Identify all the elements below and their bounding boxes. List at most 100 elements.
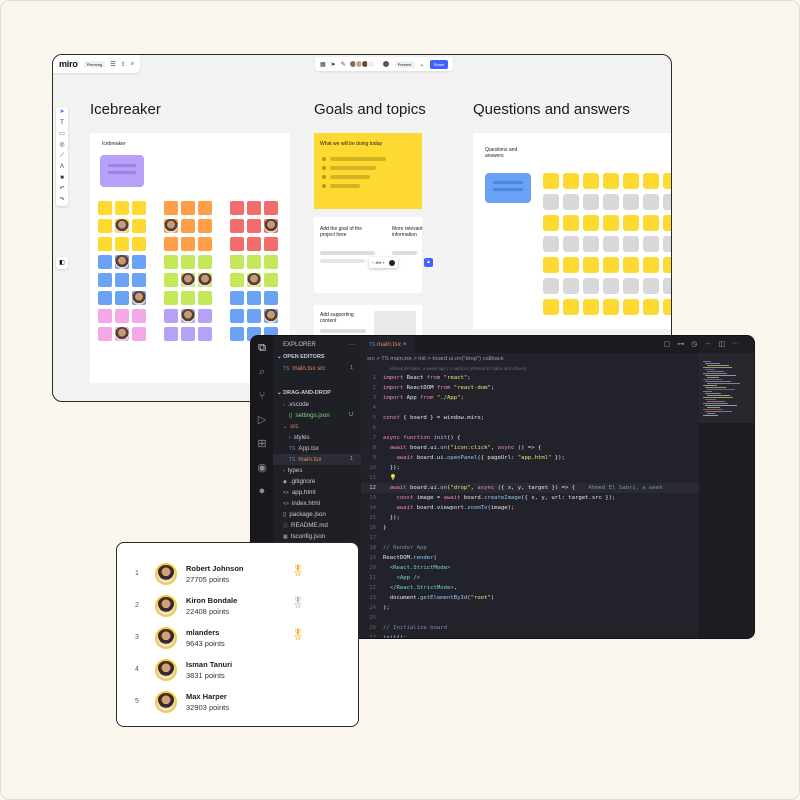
sticky-note[interactable]: [132, 219, 146, 233]
sticky-note[interactable]: [583, 257, 599, 273]
sticky-note[interactable]: [132, 309, 146, 323]
sticky-note[interactable]: [164, 327, 178, 341]
sticky-note[interactable]: [603, 278, 619, 294]
questions-frame[interactable]: Questions and answers: [473, 133, 671, 329]
sticky-note[interactable]: [98, 309, 112, 323]
sticky-note[interactable]: [230, 309, 244, 323]
sticky-note[interactable]: [198, 255, 212, 269]
sticky-note[interactable]: [247, 291, 261, 305]
sticky-note[interactable]: [583, 173, 599, 189]
sticky-note-tool-icon[interactable]: ▭: [59, 131, 65, 138]
sticky-note[interactable]: [583, 215, 599, 231]
sticky-note[interactable]: [543, 236, 559, 252]
sticky-note[interactable]: [198, 309, 212, 323]
cursor-icon[interactable]: ➤: [331, 61, 336, 68]
compare-icon[interactable]: ⊶: [677, 340, 684, 348]
sticky-note[interactable]: [543, 257, 559, 273]
sticky-note[interactable]: [583, 299, 599, 315]
sticky-note[interactable]: [247, 255, 261, 269]
sticky-note[interactable]: [247, 201, 261, 215]
select-tool-icon[interactable]: ➤: [59, 109, 64, 116]
sticky-note[interactable]: [264, 237, 278, 251]
more-icon[interactable]: ···: [732, 340, 739, 348]
sticky-note[interactable]: [623, 236, 639, 252]
sticky-note[interactable]: [132, 327, 146, 341]
sticky-note[interactable]: [643, 257, 659, 273]
sticky-note[interactable]: [115, 237, 129, 251]
sticky-note[interactable]: [230, 237, 244, 251]
sticky-note[interactable]: [583, 236, 599, 252]
remote-icon[interactable]: ◉: [257, 461, 267, 474]
connector-tool-icon[interactable]: Λ: [60, 164, 64, 171]
file-tree-item[interactable]: <> index.html: [273, 498, 361, 509]
sticky-note[interactable]: [264, 255, 278, 269]
more-icon[interactable]: ···: [349, 342, 355, 348]
sticky-note[interactable]: [98, 291, 112, 305]
sticky-note[interactable]: [164, 255, 178, 269]
sticky-note[interactable]: [583, 278, 599, 294]
leaderboard-row[interactable]: 2 Kiron Bondale 22408 points 🎖: [117, 593, 358, 625]
sticky-note[interactable]: [663, 278, 671, 294]
present-button[interactable]: Present: [394, 60, 415, 68]
sticky-note[interactable]: [643, 215, 659, 231]
sticky-note[interactable]: [247, 309, 261, 323]
sticky-note[interactable]: [663, 173, 671, 189]
file-tree-item[interactable]: › styles: [273, 432, 361, 443]
history-icon[interactable]: ◷: [691, 340, 697, 348]
file-tree-item[interactable]: {} package.json: [273, 509, 361, 520]
sticky-note[interactable]: [623, 194, 639, 210]
sticky-note[interactable]: [563, 194, 579, 210]
sticky-note[interactable]: [643, 236, 659, 252]
export-icon[interactable]: ⇪: [121, 61, 126, 68]
sticky-note[interactable]: [663, 299, 671, 315]
share-button[interactable]: Share: [429, 59, 449, 69]
sticky-note[interactable]: [543, 194, 559, 210]
sticky-note[interactable]: [198, 201, 212, 215]
zoom-popover[interactable]: − 4% +: [369, 257, 398, 268]
leaderboard-row[interactable]: 4 Isman Tanuri 3831 points: [117, 657, 358, 689]
sticky-note[interactable]: [198, 327, 212, 341]
goals-yellow-note[interactable]: What we will be doing today: [314, 133, 422, 209]
file-tree-item[interactable]: TS main.tsx src 1: [273, 363, 361, 374]
search-icon[interactable]: ⌕: [259, 366, 265, 379]
file-tree-item[interactable]: ⌄ src: [273, 421, 361, 432]
sticky-note[interactable]: [663, 257, 671, 273]
sticky-note[interactable]: [543, 173, 559, 189]
sticky-note[interactable]: [181, 255, 195, 269]
sticky-note[interactable]: [115, 291, 129, 305]
sticky-note[interactable]: [623, 299, 639, 315]
chevron-down-icon[interactable]: ⌄: [420, 61, 425, 68]
leaderboard-row[interactable]: 1 Robert Johnson 27705 points 🎖: [117, 561, 358, 593]
sticky-note[interactable]: [264, 201, 278, 215]
sticky-note[interactable]: [164, 309, 178, 323]
apps-icon[interactable]: ▦: [320, 61, 326, 68]
apply-icon[interactable]: ▲: [424, 258, 433, 267]
sticky-note[interactable]: [230, 273, 244, 287]
sticky-note[interactable]: [230, 327, 244, 341]
split-editor-icon[interactable]: ◫: [718, 340, 725, 348]
open-editors-header[interactable]: ⌄ OPEN EDITORS: [273, 352, 361, 363]
sticky-note[interactable]: [563, 173, 579, 189]
sticky-note[interactable]: [98, 273, 112, 287]
sticky-note[interactable]: [98, 201, 112, 215]
sticky-note[interactable]: [198, 237, 212, 251]
tab-main-tsx[interactable]: TS main.tsx ×: [361, 336, 415, 353]
file-tree-item[interactable]: TS main.tsx 1: [273, 454, 361, 465]
sticky-note[interactable]: [230, 255, 244, 269]
sticky-note[interactable]: [603, 215, 619, 231]
questions-blue-card[interactable]: [485, 173, 531, 203]
sticky-note[interactable]: [603, 299, 619, 315]
user-avatar[interactable]: [381, 60, 390, 68]
sticky-note[interactable]: [164, 201, 178, 215]
sticky-note[interactable]: [563, 299, 579, 315]
undo-icon[interactable]: ↶: [59, 186, 64, 193]
sticky-note[interactable]: [623, 278, 639, 294]
leaderboard-row[interactable]: 3 mlanders 9643 points 🎖: [117, 625, 358, 657]
sticky-note[interactable]: [643, 173, 659, 189]
frame-tool-icon[interactable]: ■: [60, 175, 64, 182]
shapes-tool-icon[interactable]: ◎: [59, 142, 64, 149]
sticky-note[interactable]: [603, 257, 619, 273]
minimap-viewport[interactable]: [699, 353, 754, 423]
sticky-note[interactable]: [264, 273, 278, 287]
sticky-note[interactable]: [181, 201, 195, 215]
